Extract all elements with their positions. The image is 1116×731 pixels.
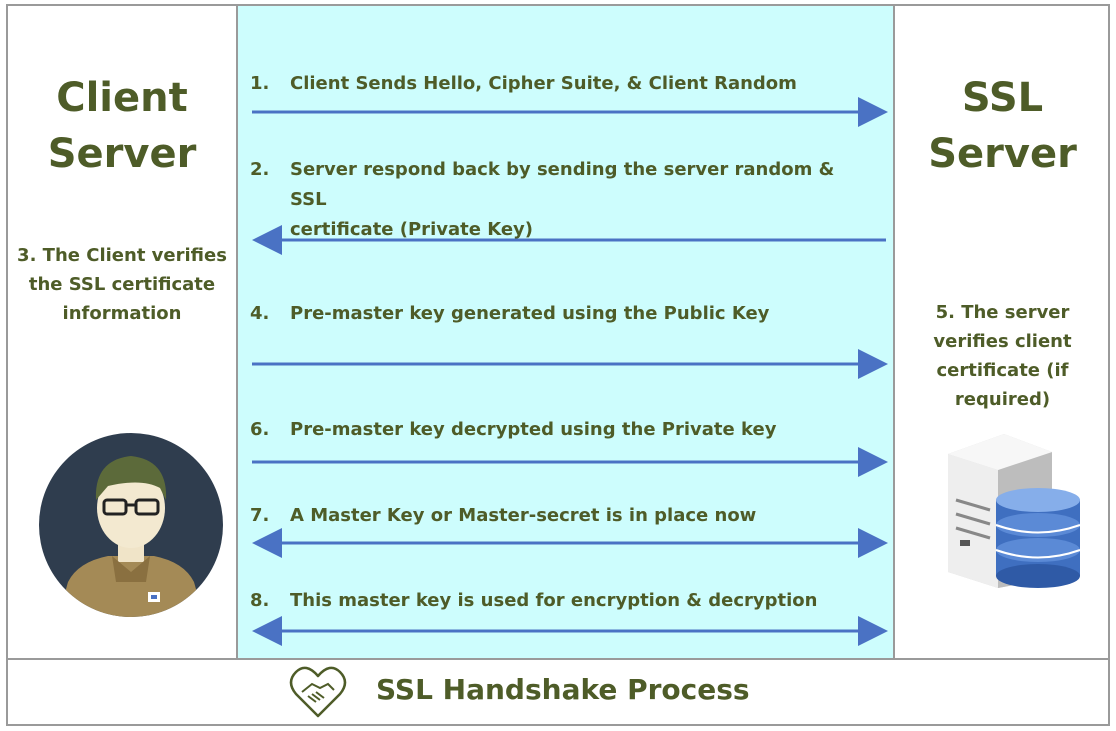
handshake-heart-icon xyxy=(289,666,347,718)
message-arrows xyxy=(252,97,888,646)
diagram-title: SSL Handshake Process xyxy=(376,673,750,706)
